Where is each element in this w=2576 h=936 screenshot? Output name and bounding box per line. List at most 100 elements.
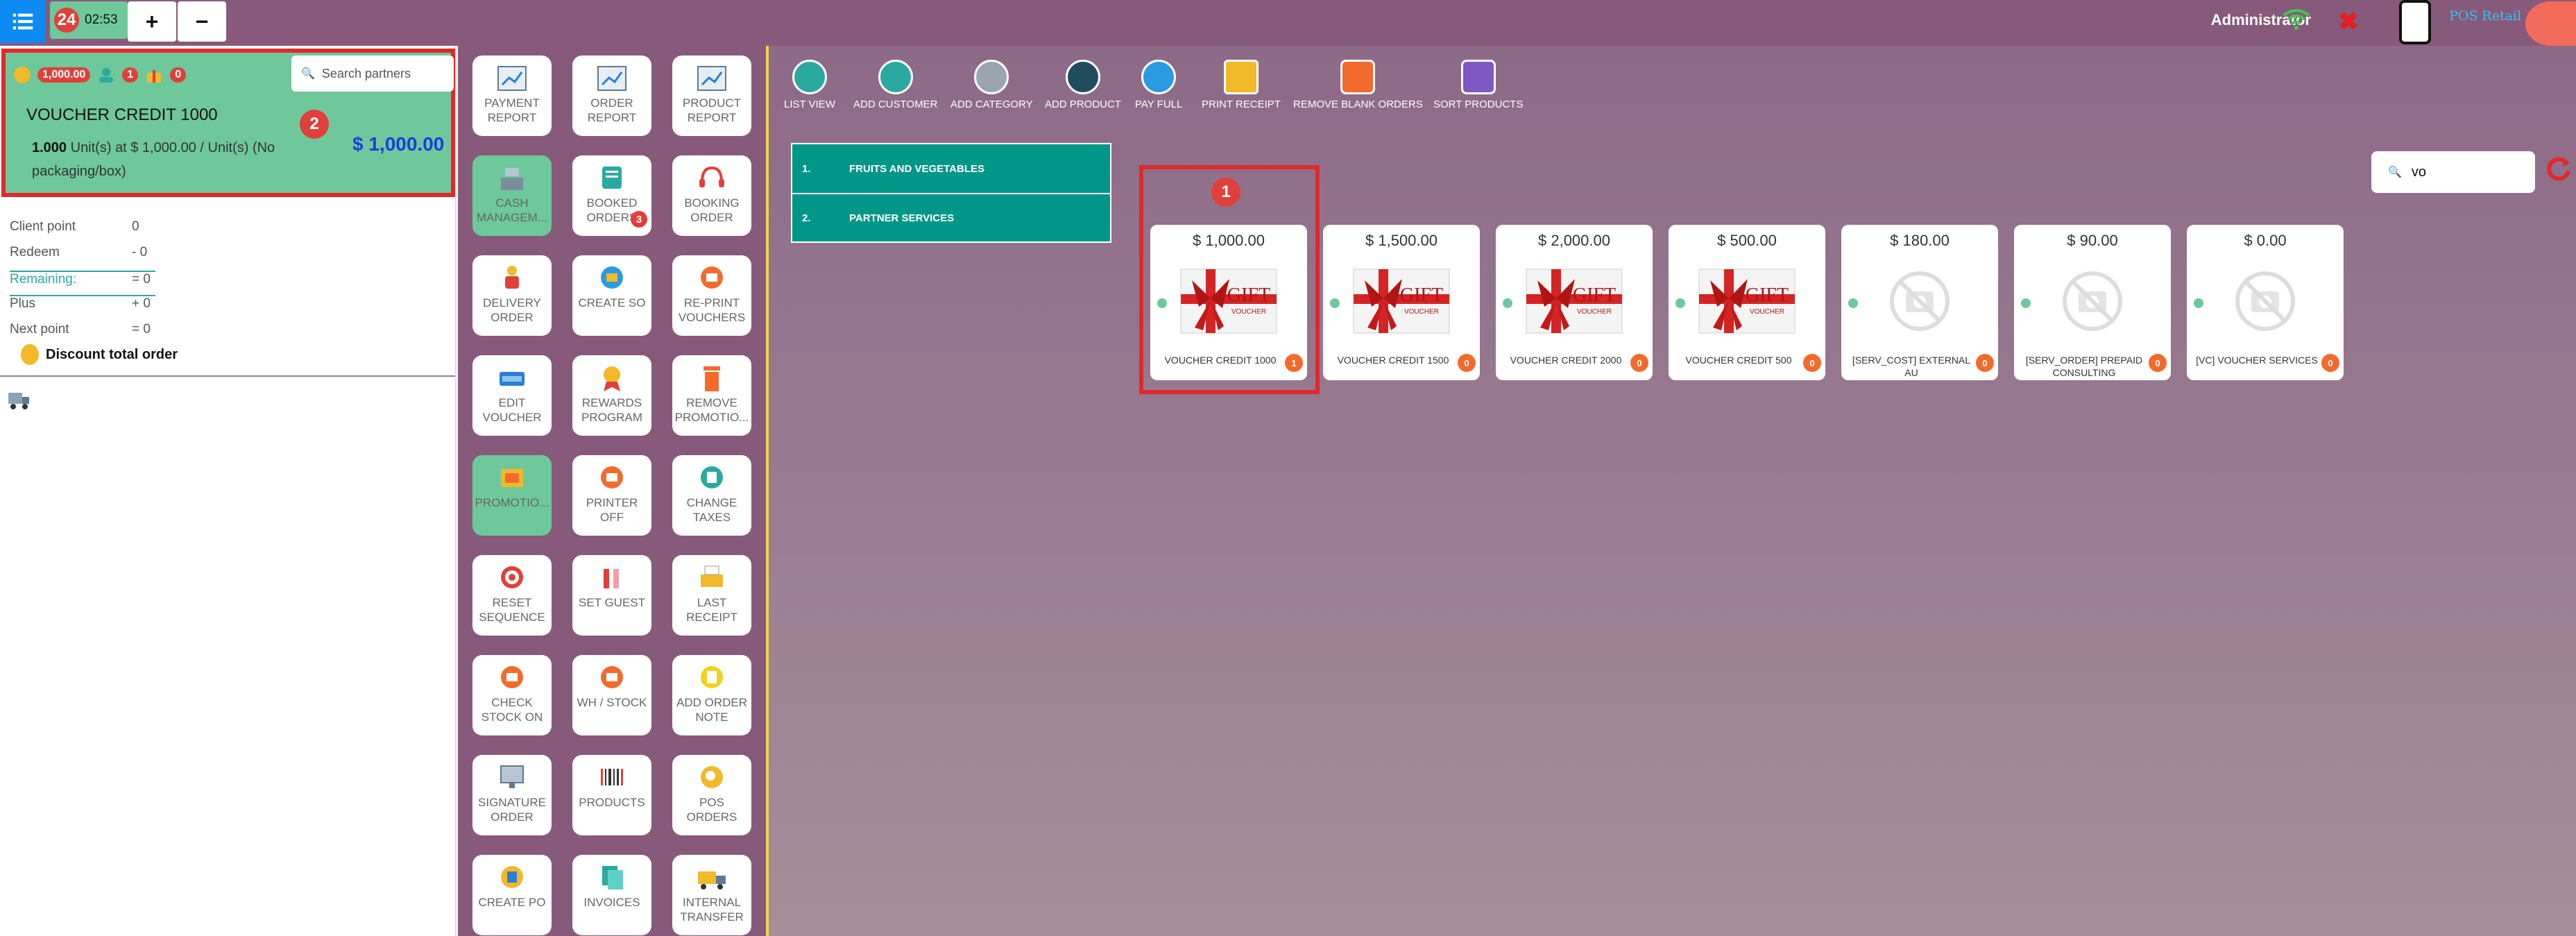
search-icon: 🔍 [301, 68, 315, 80]
add-order-note-button[interactable]: ADD ORDER NOTE [672, 655, 751, 735]
add-product-button[interactable]: ADD PRODUCT [1045, 60, 1121, 110]
svg-text:VOUCHER: VOUCHER [1404, 308, 1439, 316]
remaining-row: Remaining: = 0 [10, 271, 155, 296]
points-value: = 0 [132, 272, 151, 287]
create-so-button[interactable]: CREATE SO [572, 255, 651, 336]
category-item[interactable]: 2. PARTNER SERVICES [792, 193, 1110, 241]
avatar[interactable] [2525, 1, 2576, 46]
printer-icon [701, 266, 723, 289]
loyalty-points: Client point 0 Redeem - 0 Remaining: = 0 Pl… [10, 219, 155, 348]
add-customer-icon [878, 60, 913, 94]
discount-total-order[interactable]: Discount total order [21, 344, 178, 365]
reset-sequence-button[interactable]: RESET SEQUENCE [472, 555, 552, 636]
svg-text:VOUCHER: VOUCHER [1231, 308, 1266, 316]
product-price: $ 1,000.00 [1193, 232, 1265, 249]
add-customer-button[interactable]: ADD CUSTOMER [853, 60, 937, 110]
delivery-icon[interactable] [7, 389, 31, 411]
no-image-icon [2042, 258, 2143, 344]
edit-voucher-button[interactable]: EDIT VOUCHER [472, 355, 552, 436]
button-label: RESET SEQUENCE [479, 596, 545, 624]
button-label: PAYMENT REPORT [484, 96, 540, 124]
product-card[interactable]: $ 500.00 GIFT VOUCHER VOUCHER CREDIT 500 0 [1669, 225, 1825, 380]
invoices-button[interactable]: INVOICES [572, 855, 651, 935]
signature-order-button[interactable]: SIGNATURE ORDER [472, 755, 552, 835]
search-partners-input[interactable]: 🔍 Search partners [291, 56, 454, 92]
refresh-icon[interactable] [2543, 154, 2573, 183]
change-taxes-button[interactable]: CHANGE TAXES [672, 455, 751, 536]
product-card[interactable]: $ 90.00 [SERV_ORDER] PREPAID CONSULTING 0 [2014, 225, 2171, 380]
category-item[interactable]: 1. FRUITS AND VEGETABLES [792, 144, 1110, 193]
product-card[interactable]: $ 1,000.00 GIFT VOUCHER VOUCHER CREDIT 1000… [1150, 225, 1307, 380]
product-search-input[interactable]: 🔍 vo [2371, 151, 2535, 193]
product-name: [VC] VOUCHER SERVICES [2196, 355, 2318, 366]
product-card[interactable]: $ 0.00 [VC] VOUCHER SERVICES 0 [2187, 225, 2344, 380]
points-value: = 0 [132, 322, 151, 337]
cash-management-button[interactable]: CASH MANAGEM... [472, 155, 552, 236]
button-label: ADD ORDER NOTE [676, 696, 747, 724]
booked-orders-button[interactable]: BOOKED ORDERS 3 [572, 155, 651, 236]
list-view-button[interactable]: LIST VIEW [784, 60, 835, 110]
product-card[interactable]: $ 180.00 [SERV_COST] EXTERNAL AU 0 [1841, 225, 1998, 380]
rewards-program-button[interactable]: REWARDS PROGRAM [572, 355, 651, 436]
points-label: Remaining: [10, 272, 77, 287]
button-label: PRODUCT REPORT [682, 96, 742, 124]
search-icon: 🔍 [2388, 167, 2402, 178]
printer-off-button[interactable]: PRINTER OFF [572, 455, 651, 536]
remove-order-button[interactable]: − [178, 1, 226, 42]
payment-report-button[interactable]: PAYMENT REPORT [472, 56, 552, 136]
sort-products-button[interactable]: SORT PRODUCTS [1433, 60, 1523, 110]
add-category-button[interactable]: ADD CATEGORY [950, 60, 1033, 110]
remove-promotion-button[interactable]: REMOVE PROMOTIO... [672, 355, 751, 436]
order-line-unit-info: Unit(s) at $ 1,000.00 / Unit(s) (No pack… [32, 140, 275, 179]
product-card[interactable]: $ 2,000.00 GIFT VOUCHER VOUCHER CREDIT 2000… [1496, 225, 1653, 380]
check-stock-on-button[interactable]: CHECK STOCK ON [472, 655, 552, 735]
create-po-button[interactable]: CREATE PO [472, 855, 552, 935]
product-report-button[interactable]: PRODUCT REPORT [672, 56, 751, 136]
add-category-icon [974, 60, 1009, 94]
button-label: SIGNATURE ORDER [478, 796, 546, 824]
products-button[interactable]: PRODUCTS [572, 755, 651, 835]
mobile-device-icon[interactable] [2399, 0, 2431, 44]
close-icon[interactable]: ✖ [2338, 7, 2359, 36]
button-label: SET GUEST [578, 596, 646, 609]
delivery-order-button[interactable]: DELIVERY ORDER [472, 255, 552, 336]
order-report-button[interactable]: ORDER REPORT [572, 56, 651, 136]
svg-text:VOUCHER: VOUCHER [1577, 308, 1612, 316]
button-label: LAST RECEIPT [686, 596, 737, 624]
set-guest-button[interactable]: SET GUEST [572, 555, 651, 636]
category-list: 1. FRUITS AND VEGETABLES 2. PARTNER SERVIC… [791, 143, 1111, 243]
svg-text:GIFT: GIFT [1400, 284, 1443, 306]
pos-orders-button[interactable]: POS ORDERS [672, 755, 751, 835]
pay-full-button[interactable]: PAY FULL [1135, 60, 1182, 110]
no-image-icon [1869, 258, 1970, 344]
product-card[interactable]: $ 1,500.00 GIFT VOUCHER VOUCHER CREDIT 1500… [1323, 225, 1480, 380]
report-chart-icon [497, 66, 527, 91]
print-receipt-button[interactable]: PRINT RECEIPT [1202, 60, 1281, 110]
action-buttons-panel: PAYMENT REPORT ORDER REPORT PRODUCT REPO… [458, 46, 766, 936]
taxes-icon [701, 466, 723, 488]
button-label: RE-PRINT VOUCHERS [678, 296, 746, 324]
booking-order-button[interactable]: BOOKING ORDER [672, 155, 751, 236]
gift-voucher-image: GIFT VOUCHER [1178, 258, 1279, 344]
remove-blank-orders-button[interactable]: REMOVE BLANK ORDERS [1293, 60, 1423, 110]
menu-button[interactable] [0, 0, 46, 43]
reprint-vouchers-button[interactable]: RE-PRINT VOUCHERS [672, 255, 751, 336]
order-tab[interactable]: 24 02:53 [50, 1, 128, 39]
control-label: ADD CUSTOMER [853, 99, 938, 110]
add-order-button[interactable]: + [128, 1, 176, 42]
gift-voucher-image: GIFT VOUCHER [1524, 258, 1625, 344]
control-label: ADD PRODUCT [1045, 99, 1122, 110]
internal-transfer-button[interactable]: INTERNAL TRANSFER [672, 855, 751, 935]
discount-label: Discount total order [46, 346, 178, 362]
svg-text:GIFT: GIFT [1573, 284, 1616, 306]
delivery-person-icon [505, 266, 519, 289]
top-bar: 24 02:53 + − Administrator ✖ POS Retail [0, 0, 2576, 46]
last-receipt-button[interactable]: LAST RECEIPT [672, 555, 751, 636]
invoice-icon [602, 866, 623, 890]
wh-stock-button[interactable]: WH / STOCK [572, 655, 651, 735]
booked-orders-count-badge: 3 [631, 211, 647, 228]
order-line-qty: 1.000 [32, 140, 67, 155]
plus-row: Plus + 0 [10, 296, 155, 322]
selected-order-line[interactable]: 1,000.00 1 0 🔍 Search partners VOUCHER C… [1, 49, 455, 197]
promotion-button[interactable]: PROMOTIO... [472, 455, 552, 536]
